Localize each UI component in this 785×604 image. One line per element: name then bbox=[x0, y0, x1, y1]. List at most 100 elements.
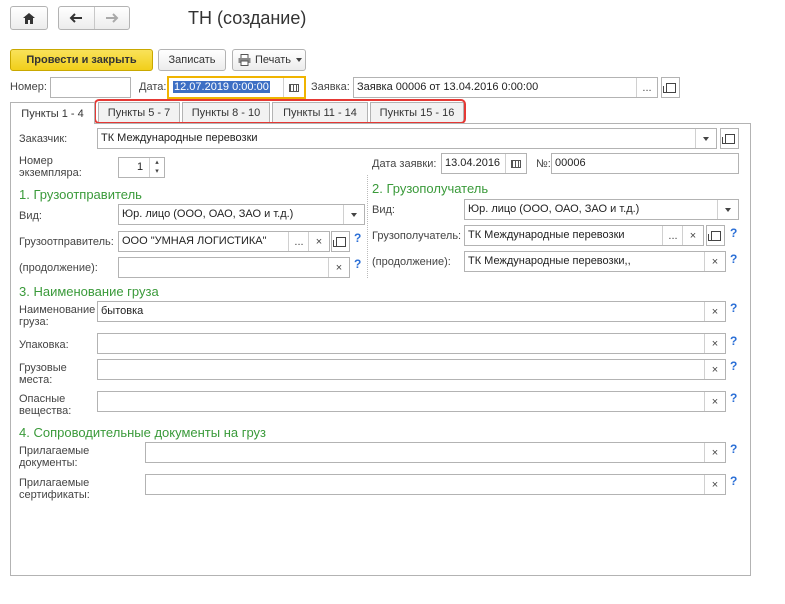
request-select-button[interactable]: ... bbox=[636, 78, 657, 97]
stepper-buttons[interactable]: ▴ ▾ bbox=[149, 158, 164, 177]
nav-buttons bbox=[58, 6, 130, 30]
request-value: Заявка 00006 от 13.04.2016 0:00:00 bbox=[357, 81, 539, 93]
consignee-select-button[interactable]: ... bbox=[662, 226, 683, 245]
cont2-value: ТК Международные перевозки,, bbox=[468, 255, 631, 267]
cargo-help-icon[interactable]: ? bbox=[730, 301, 737, 315]
places-label: Грузовые места: bbox=[19, 362, 67, 386]
docs-help-icon[interactable]: ? bbox=[730, 442, 737, 456]
cargo-clear-button[interactable]: × bbox=[704, 302, 725, 321]
docs-field[interactable]: × bbox=[145, 442, 726, 463]
shipper-value: ООО "УМНАЯ ЛОГИСТИКА" bbox=[122, 235, 267, 247]
cont2-help-icon[interactable]: ? bbox=[730, 252, 737, 266]
kind1-select[interactable]: Юр. лицо (ООО, ОАО, ЗАО и т.д.) bbox=[118, 204, 365, 225]
cont2-clear-button[interactable]: × bbox=[704, 252, 725, 271]
pack-label: Упаковка: bbox=[19, 339, 69, 351]
calendar-icon bbox=[289, 83, 299, 92]
consignee-label: Грузополучатель: bbox=[372, 230, 462, 242]
tabs-highlight-frame bbox=[94, 99, 466, 124]
shipper-help-icon[interactable]: ? bbox=[354, 231, 361, 245]
kind2-dropdown-button[interactable] bbox=[717, 200, 738, 219]
certs-label: Прилагаемые сертификаты: bbox=[19, 477, 90, 501]
kind2-select[interactable]: Юр. лицо (ООО, ОАО, ЗАО и т.д.) bbox=[464, 199, 739, 220]
printer-icon bbox=[238, 54, 251, 66]
shipper-select-button[interactable]: ... bbox=[288, 232, 309, 251]
consignee-value: ТК Международные перевозки bbox=[468, 229, 625, 241]
shipper-open-button[interactable] bbox=[331, 231, 350, 252]
request-date-field[interactable]: 13.04.2016 bbox=[441, 153, 527, 174]
kind1-label: Вид: bbox=[19, 210, 42, 222]
danger-field[interactable]: × bbox=[97, 391, 726, 412]
cont1-field[interactable]: × bbox=[118, 257, 350, 278]
print-button[interactable]: Печать bbox=[232, 49, 306, 71]
cont2-label: (продолжение): bbox=[372, 256, 451, 268]
consignee-help-icon[interactable]: ? bbox=[730, 226, 737, 240]
forward-button[interactable] bbox=[95, 7, 130, 29]
calendar-icon bbox=[511, 159, 521, 168]
kind2-value: Юр. лицо (ООО, ОАО, ЗАО и т.д.) bbox=[468, 203, 640, 215]
request-no-value: 00006 bbox=[555, 157, 586, 169]
kind1-dropdown-button[interactable] bbox=[343, 205, 364, 224]
shipper-field[interactable]: ООО "УМНАЯ ЛОГИСТИКА" × ... bbox=[118, 231, 330, 252]
save-button[interactable]: Записать bbox=[158, 49, 226, 71]
date-field[interactable]: 12.07.2019 0:00:00 bbox=[167, 76, 306, 99]
pack-help-icon[interactable]: ? bbox=[730, 334, 737, 348]
section-shipper: 1. Грузоотправитель bbox=[19, 187, 142, 202]
consignee-open-button[interactable] bbox=[706, 225, 725, 246]
number-field[interactable] bbox=[50, 77, 131, 98]
request-field[interactable]: Заявка 00006 от 13.04.2016 0:00:00 ... bbox=[353, 77, 658, 98]
date-value: 12.07.2019 0:00:00 bbox=[173, 81, 270, 93]
chevron-down-icon bbox=[296, 58, 303, 62]
customer-value: ТК Международные перевозки bbox=[101, 132, 258, 144]
customer-dropdown-button[interactable] bbox=[695, 129, 716, 148]
cont1-clear-button[interactable]: × bbox=[328, 258, 349, 277]
request-no-label: №: bbox=[536, 158, 551, 170]
pack-clear-button[interactable]: × bbox=[704, 334, 725, 353]
cont2-field[interactable]: ТК Международные перевозки,, × bbox=[464, 251, 726, 272]
cargo-field[interactable]: бытовка × bbox=[97, 301, 726, 322]
shipper-clear-button[interactable]: × bbox=[308, 232, 329, 251]
pack-field[interactable]: × bbox=[97, 333, 726, 354]
customer-field[interactable]: ТК Международные перевозки bbox=[97, 128, 717, 149]
tab-points-1-4[interactable]: Пункты 1 - 4 bbox=[10, 102, 95, 124]
consignee-clear-button[interactable]: × bbox=[682, 226, 703, 245]
danger-clear-button[interactable]: × bbox=[704, 392, 725, 411]
open-icon bbox=[332, 236, 346, 247]
open-icon bbox=[662, 82, 676, 93]
request-date-calendar-button[interactable] bbox=[505, 154, 526, 173]
docs-clear-button[interactable]: × bbox=[704, 443, 725, 462]
date-label: Дата: bbox=[139, 81, 167, 93]
kind1-value: Юр. лицо (ООО, ОАО, ЗАО и т.д.) bbox=[122, 208, 294, 220]
section-documents: 4. Сопроводительные документы на груз bbox=[19, 425, 267, 440]
consignee-field[interactable]: ТК Международные перевозки × ... bbox=[464, 225, 704, 246]
customer-open-button[interactable] bbox=[720, 128, 739, 149]
copies-stepper[interactable]: 1 ▴ ▾ bbox=[118, 157, 165, 178]
chevron-down-icon bbox=[703, 136, 709, 141]
request-date-label: Дата заявки: bbox=[372, 158, 437, 170]
places-help-icon[interactable]: ? bbox=[730, 359, 737, 373]
certs-help-icon[interactable]: ? bbox=[730, 474, 737, 488]
calendar-button[interactable] bbox=[283, 78, 304, 97]
cont1-help-icon[interactable]: ? bbox=[354, 257, 361, 271]
number-label: Номер: bbox=[10, 81, 47, 93]
danger-label: Опасные вещества: bbox=[19, 393, 72, 417]
column-divider bbox=[367, 175, 368, 278]
certs-field[interactable]: × bbox=[145, 474, 726, 495]
danger-help-icon[interactable]: ? bbox=[730, 391, 737, 405]
back-button[interactable] bbox=[59, 7, 95, 29]
certs-clear-button[interactable]: × bbox=[704, 475, 725, 494]
customer-label: Заказчик: bbox=[19, 133, 68, 145]
home-icon bbox=[23, 12, 35, 24]
post-and-close-button[interactable]: Провести и закрыть bbox=[10, 49, 153, 71]
docs-label: Прилагаемые документы: bbox=[19, 445, 90, 469]
request-date-value: 13.04.2016 bbox=[445, 157, 501, 169]
places-clear-button[interactable]: × bbox=[704, 360, 725, 379]
copies-value: 1 bbox=[137, 161, 144, 173]
request-open-button[interactable] bbox=[661, 77, 680, 98]
kind2-label: Вид: bbox=[372, 204, 395, 216]
cargo-value: бытовка bbox=[101, 305, 144, 317]
home-button[interactable] bbox=[10, 6, 48, 30]
section-consignee: 2. Грузополучатель bbox=[372, 181, 489, 196]
request-no-field[interactable]: 00006 bbox=[551, 153, 739, 174]
chevron-down-icon bbox=[351, 212, 357, 217]
places-field[interactable]: × bbox=[97, 359, 726, 380]
